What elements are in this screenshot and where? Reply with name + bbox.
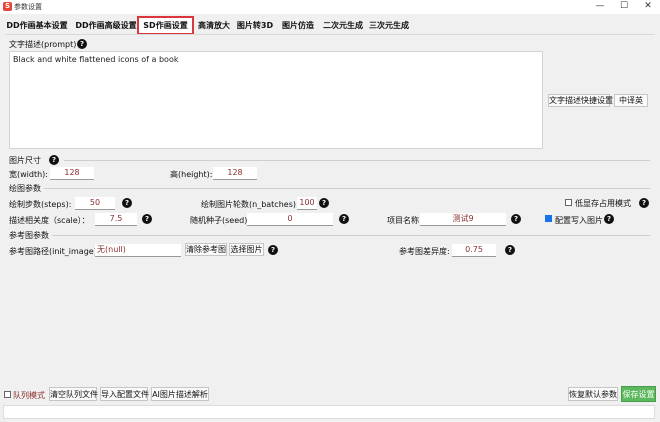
scale-input[interactable]: 7.5: [95, 213, 137, 226]
init-image-help-icon[interactable]: ?: [268, 245, 278, 255]
height-input[interactable]: 128: [213, 167, 257, 180]
window-title: 参数设置: [14, 3, 42, 11]
title-bar: S 参数设置 — ☐ ✕: [0, 0, 660, 14]
tab-image-imitate[interactable]: 图片仿造: [280, 18, 316, 33]
maximize-button[interactable]: ☐: [612, 0, 636, 14]
tab-dd-advanced[interactable]: DD作画高级设置: [74, 18, 138, 33]
ai-image-parse-button[interactable]: AI图片描述解析: [151, 387, 209, 401]
init-image-input[interactable]: 无(null): [95, 244, 181, 257]
prompt-help-icon[interactable]: ?: [77, 39, 87, 49]
low-vram-checkbox[interactable]: [565, 199, 572, 206]
steps-input[interactable]: 50: [75, 197, 115, 210]
queue-mode-label: 队列模式: [13, 391, 45, 400]
status-bar: [3, 405, 655, 419]
save-settings-button[interactable]: 保存设置: [621, 386, 656, 402]
bottom-toolbar: 队列模式 清空队列文件 导入配置文件 AI图片描述解析 恢复默认参数 保存设置: [0, 386, 660, 403]
project-name-help-icon[interactable]: ?: [511, 214, 521, 224]
choose-image-button[interactable]: 选择图片: [229, 243, 264, 256]
image-size-section-label: 图片尺寸: [9, 156, 41, 165]
queue-mode-checkbox[interactable]: [4, 391, 11, 398]
image-size-help-icon[interactable]: ?: [49, 155, 59, 165]
tab-image-to-3d[interactable]: 图片转3D: [236, 18, 274, 33]
app-logo-icon: S: [3, 2, 12, 11]
tab-dd-basic[interactable]: DD作画基本设置: [4, 18, 70, 33]
image-size-divider: [64, 160, 650, 161]
translate-button[interactable]: 中译英: [614, 94, 648, 107]
batches-help-icon[interactable]: ?: [319, 198, 329, 208]
clear-ref-image-button[interactable]: 清除参考图: [185, 243, 227, 256]
prompt-quick-settings-button[interactable]: 文字描述快捷设置: [548, 94, 613, 107]
tab-realistic-gen[interactable]: 三次元生成: [368, 18, 410, 33]
write-config-help-icon[interactable]: ?: [604, 214, 614, 224]
ref-diff-label: 参考图差异度:: [399, 247, 450, 256]
tab-upscale[interactable]: 高清放大: [196, 18, 232, 33]
scale-label: 描述相关度（scale）：: [9, 216, 90, 225]
ref-diff-input[interactable]: 0.75: [452, 244, 496, 257]
batches-input[interactable]: 100: [297, 197, 317, 210]
write-config-checkbox[interactable]: [545, 215, 552, 222]
ref-params-divider: [52, 235, 650, 236]
draw-params-divider: [44, 188, 650, 189]
project-name-label: 项目名称: [387, 216, 419, 225]
init-image-label: 参考图路径(init_image):: [9, 247, 100, 256]
clear-queue-button[interactable]: 清空队列文件: [49, 387, 98, 401]
height-label: 高(height):: [170, 170, 213, 179]
tab-bar: DD作画基本设置 DD作画高级设置 SD作画设置 高清放大 图片转3D 图片仿造…: [0, 15, 660, 35]
tab-sd-settings[interactable]: SD作画设置: [137, 16, 194, 35]
import-config-button[interactable]: 导入配置文件: [100, 387, 149, 401]
ref-params-section-label: 参考图参数: [9, 231, 49, 240]
ref-diff-help-icon[interactable]: ?: [505, 245, 515, 255]
seed-label: 随机种子(seed):: [190, 216, 251, 225]
prompt-textarea[interactable]: Black and white flattened icons of a boo…: [9, 51, 543, 149]
scale-help-icon[interactable]: ?: [142, 214, 152, 224]
close-button[interactable]: ✕: [636, 0, 660, 14]
low-vram-help-icon[interactable]: ?: [639, 198, 649, 208]
width-label: 宽(width):: [9, 170, 48, 179]
seed-input[interactable]: 0: [247, 213, 333, 226]
width-input[interactable]: 128: [50, 167, 94, 180]
tab-anime-gen[interactable]: 二次元生成: [322, 18, 364, 33]
steps-label: 绘制步数(steps):: [9, 200, 72, 209]
batches-label: 绘制图片轮数(n_batches):: [201, 200, 299, 209]
low-vram-label: 低显存占用模式: [575, 199, 631, 208]
restore-defaults-button[interactable]: 恢复默认参数: [568, 387, 618, 401]
project-name-input[interactable]: 测试9: [420, 213, 506, 226]
minimize-button[interactable]: —: [588, 0, 612, 14]
steps-help-icon[interactable]: ?: [122, 198, 132, 208]
prompt-label: 文字描述(prompt): [9, 40, 77, 49]
draw-params-section-label: 绘图参数: [9, 184, 41, 193]
write-config-label: 配置写入图片: [555, 216, 603, 225]
seed-help-icon[interactable]: ?: [339, 214, 349, 224]
